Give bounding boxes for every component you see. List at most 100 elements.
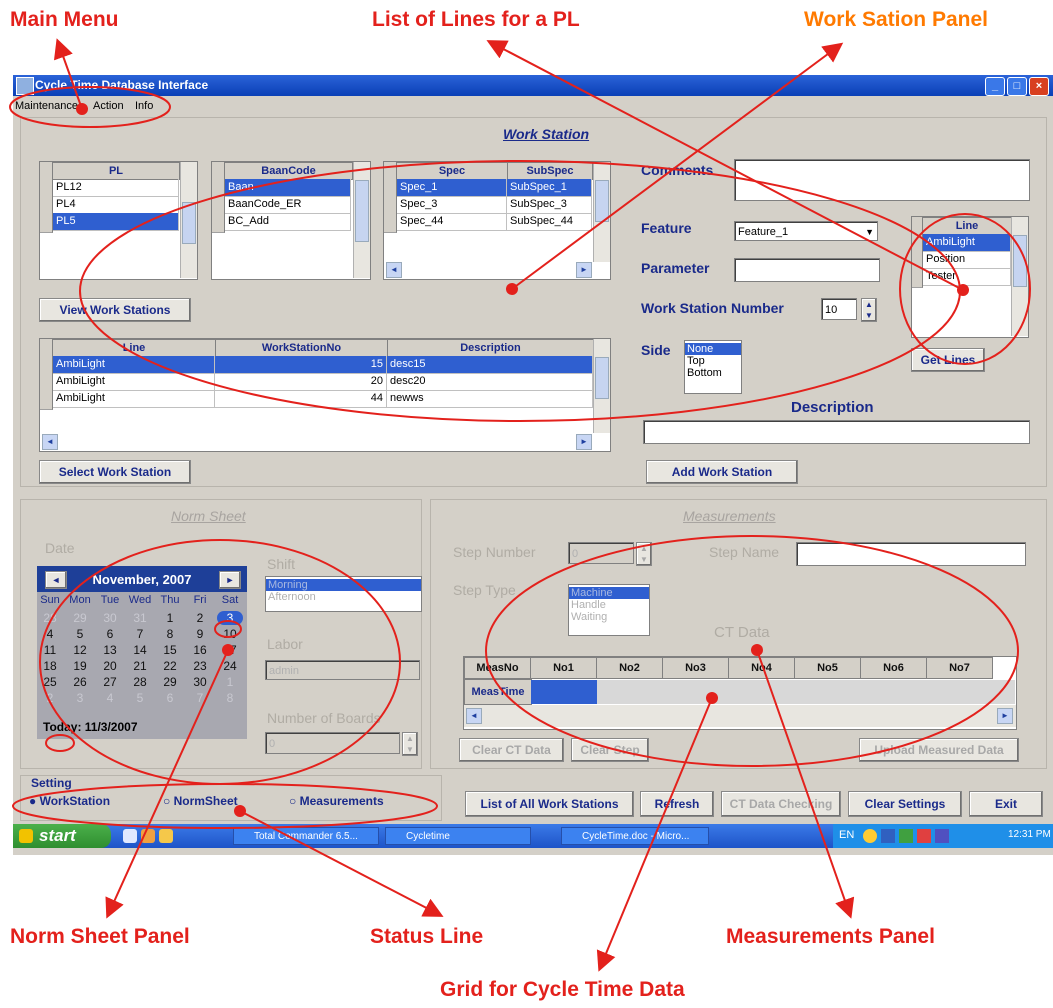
step-type-option[interactable]: Handle: [569, 599, 649, 611]
spec-grid[interactable]: Spec SubSpec Spec_1 SubSpec_1 Spec_3 Sub…: [383, 161, 611, 280]
step-name-field[interactable]: [796, 542, 1026, 566]
ws-line-cell[interactable]: AmbiLight: [53, 390, 215, 408]
step-number-spinner[interactable]: ▲ ▼: [636, 542, 652, 566]
radio-measurements[interactable]: ○ Measurements: [289, 794, 384, 808]
calendar-day[interactable]: 13: [97, 643, 123, 657]
spec-cell[interactable]: Spec_3: [397, 196, 507, 214]
subspec-cell[interactable]: SubSpec_1: [507, 179, 592, 197]
line-row[interactable]: Position: [923, 251, 1011, 269]
calendar-day[interactable]: 5: [67, 627, 93, 641]
get-lines-button[interactable]: Get Lines: [911, 348, 985, 372]
ws-line-cell[interactable]: AmbiLight: [53, 373, 215, 391]
parameter-field[interactable]: [734, 258, 880, 282]
side-list[interactable]: None Top Bottom: [684, 340, 742, 394]
ct-header-cell[interactable]: No7: [926, 657, 993, 679]
calendar-day[interactable]: 3: [217, 611, 243, 625]
calendar-day[interactable]: 2: [37, 691, 63, 705]
quicklaunch-icon[interactable]: [141, 829, 155, 843]
menu-maintenance[interactable]: Maintenance: [15, 100, 78, 112]
calendar-day[interactable]: 19: [67, 659, 93, 673]
taskbar-item-cycletime[interactable]: Cycletime: [385, 827, 531, 845]
comments-field[interactable]: [734, 159, 1030, 201]
calendar-day[interactable]: 25: [37, 675, 63, 689]
calendar-day[interactable]: 6: [97, 627, 123, 641]
tray-icon[interactable]: [863, 829, 877, 843]
line-grid[interactable]: Line AmbiLight Position Tester: [911, 216, 1029, 338]
tray-icon[interactable]: [917, 829, 931, 843]
calendar-day[interactable]: 8: [157, 627, 183, 641]
calendar-day[interactable]: 4: [37, 627, 63, 641]
description-header[interactable]: Description: [387, 339, 594, 357]
calendar-day[interactable]: 5: [127, 691, 153, 705]
scroll-left-icon[interactable]: ◄: [42, 434, 58, 450]
taskbar-item-word[interactable]: CycleTime.doc - Micro...: [561, 827, 709, 845]
line-row[interactable]: Tester: [923, 268, 1011, 286]
ws-description-cell[interactable]: desc15: [387, 356, 593, 374]
calendar-day[interactable]: 23: [187, 659, 213, 673]
calendar-day[interactable]: 28: [127, 675, 153, 689]
calendar-day[interactable]: 3: [67, 691, 93, 705]
feature-select[interactable]: Feature_1 ▼: [734, 221, 878, 241]
ct-data-grid[interactable]: MeasNo No1 No2 No3 No4 No5 No6 No7 MeasTime ◄ ►: [463, 656, 1017, 730]
radio-workstation[interactable]: ● WorkStation: [29, 794, 110, 808]
step-type-option-selected[interactable]: Machine: [569, 587, 649, 599]
subspec-cell[interactable]: SubSpec_3: [507, 196, 592, 214]
spec-header[interactable]: Spec: [396, 162, 508, 180]
side-option-selected[interactable]: None: [685, 343, 741, 355]
language-indicator[interactable]: EN: [839, 829, 854, 841]
view-work-stations-button[interactable]: View Work Stations: [39, 298, 191, 322]
pl-scrollbar[interactable]: [180, 162, 197, 278]
scroll-right-icon[interactable]: ►: [576, 434, 592, 450]
refresh-button[interactable]: Refresh: [640, 791, 714, 817]
subspec-header[interactable]: SubSpec: [507, 162, 593, 180]
clear-ct-data-button[interactable]: Clear CT Data: [459, 738, 564, 762]
calendar-day[interactable]: 30: [187, 675, 213, 689]
boards-field[interactable]: 0: [265, 732, 400, 754]
next-month-icon[interactable]: ►: [219, 571, 241, 589]
scroll-left-icon[interactable]: ◄: [466, 708, 482, 724]
calendar-day[interactable]: 29: [157, 675, 183, 689]
calendar-day[interactable]: 12: [67, 643, 93, 657]
subspec-cell[interactable]: SubSpec_44: [507, 213, 592, 231]
ws-number-cell[interactable]: 20: [215, 373, 387, 391]
calendar-day[interactable]: 2: [187, 611, 213, 625]
add-work-station-button[interactable]: Add Work Station: [646, 460, 798, 484]
ws-number-field[interactable]: 10: [821, 298, 857, 320]
calendar-day[interactable]: 16: [187, 643, 213, 657]
calendar-day[interactable]: 30: [97, 611, 123, 625]
calendar-day[interactable]: 7: [127, 627, 153, 641]
ct-data-checking-button[interactable]: CT Data Checking: [721, 791, 841, 817]
upload-measured-data-button[interactable]: Upload Measured Data: [859, 738, 1019, 762]
calendar-day[interactable]: 26: [67, 675, 93, 689]
line-header[interactable]: Line: [52, 339, 216, 357]
maximize-icon[interactable]: □: [1007, 77, 1027, 96]
close-icon[interactable]: ×: [1029, 77, 1049, 96]
menu-info[interactable]: Info: [135, 100, 153, 112]
calendar-day[interactable]: 1: [157, 611, 183, 625]
line-grid-header[interactable]: Line: [922, 217, 1012, 235]
ws-scrollbar[interactable]: [593, 339, 610, 433]
work-station-grid[interactable]: Line WorkStationNo Description AmbiLight…: [39, 338, 611, 452]
baancode-row-selected[interactable]: Baan: [225, 179, 351, 197]
calendar-day[interactable]: 15: [157, 643, 183, 657]
ct-header-cell[interactable]: No2: [596, 657, 663, 679]
calendar-day[interactable]: 4: [97, 691, 123, 705]
ws-number-spinner[interactable]: ▲ ▼: [861, 298, 877, 322]
ws-description-cell[interactable]: newws: [387, 390, 593, 408]
baancode-grid[interactable]: BaanCode Baan BaanCode_ER BC_Add: [211, 161, 371, 280]
boards-spinner[interactable]: ▲ ▼: [402, 732, 418, 756]
calendar-day[interactable]: 22: [157, 659, 183, 673]
radio-normsheet[interactable]: ○ NormSheet: [163, 794, 238, 808]
pl-row[interactable]: PL4: [53, 196, 179, 214]
tray-icon[interactable]: [899, 829, 913, 843]
exit-button[interactable]: Exit: [969, 791, 1043, 817]
baancode-scrollbar[interactable]: [353, 162, 370, 278]
ws-line-cell[interactable]: AmbiLight: [53, 356, 215, 374]
ws-description-cell[interactable]: desc20: [387, 373, 593, 391]
calendar-day[interactable]: 10: [217, 627, 243, 641]
ct-hscrollbar[interactable]: ◄ ►: [464, 705, 1016, 727]
chevron-down-icon[interactable]: ▼: [865, 222, 874, 242]
ct-header-cell[interactable]: No1: [530, 657, 597, 679]
scroll-right-icon[interactable]: ►: [576, 262, 592, 278]
workstationno-header[interactable]: WorkStationNo: [215, 339, 388, 357]
